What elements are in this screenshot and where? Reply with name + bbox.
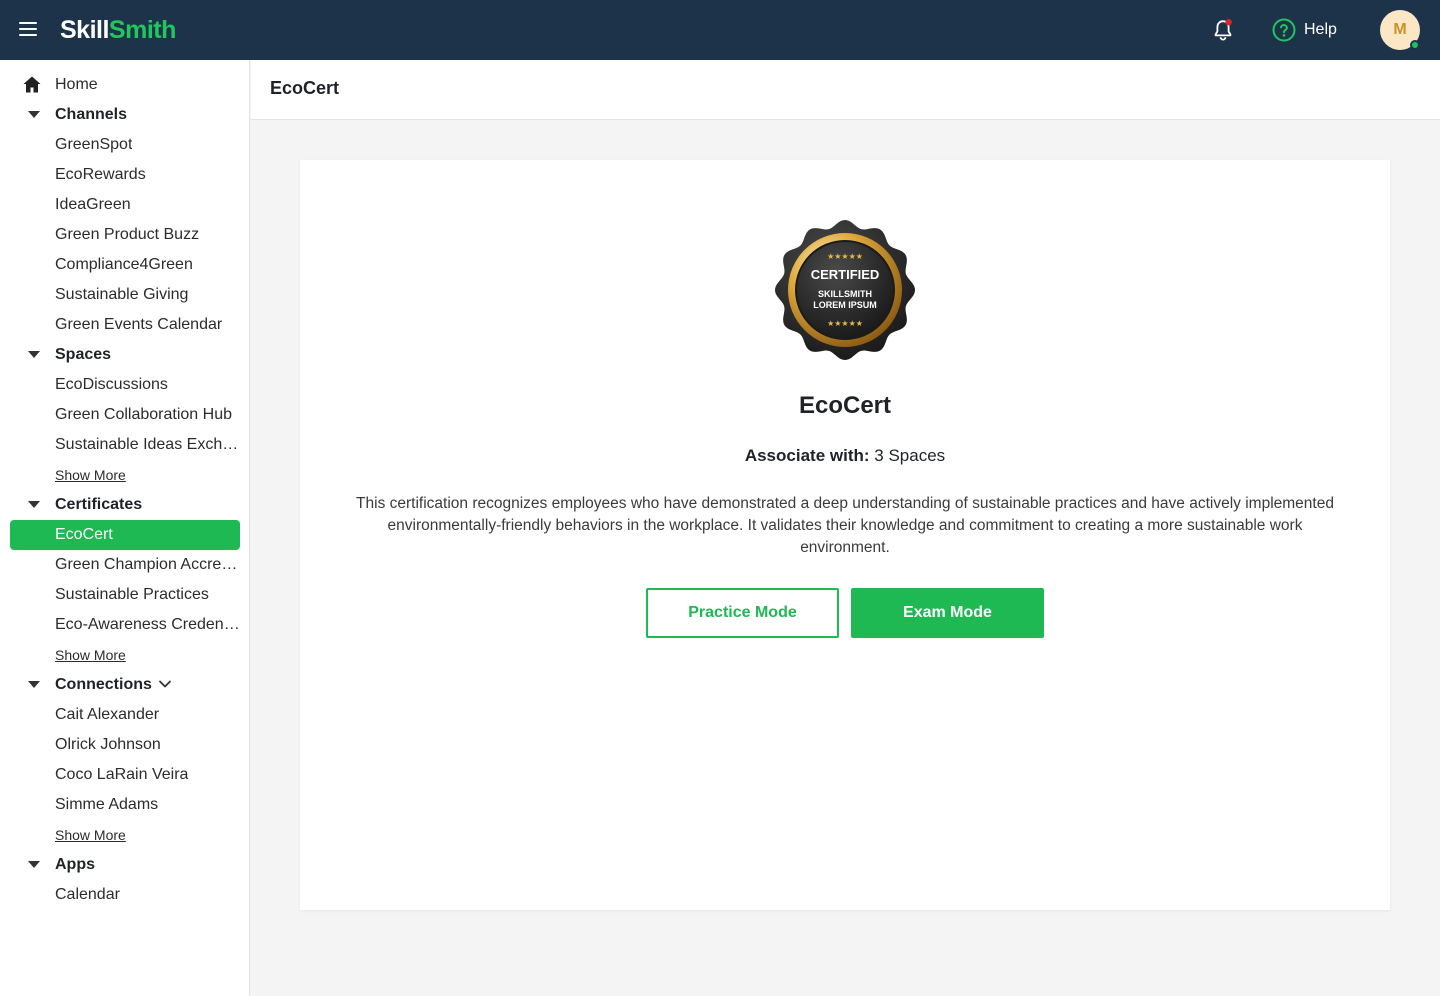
sidebar-item-label: Cait Alexander: [55, 706, 160, 723]
sidebar-item-channel[interactable]: EcoRewards: [10, 160, 240, 190]
certified-badge-icon: ★★★★★ CERTIFIED SKILLSMITH LOREM IPSUM ★…: [775, 220, 915, 360]
sidebar-item-connection[interactable]: Simme Adams: [10, 790, 240, 820]
section-label: Apps: [55, 856, 95, 873]
sidebar-item-space[interactable]: Green Collaboration Hub: [10, 400, 240, 430]
spaces-show-more-link[interactable]: Show More: [55, 467, 126, 483]
section-channels[interactable]: Channels: [10, 100, 240, 130]
collapse-caret-icon[interactable]: [28, 351, 40, 358]
practice-mode-button[interactable]: Practice Mode: [646, 588, 839, 638]
sidebar-item-label: Green Product Buzz: [55, 226, 200, 243]
help-label: Help: [1304, 21, 1337, 38]
section-label: Connections: [55, 676, 152, 693]
sidebar: Home Channels GreenSpot EcoRewards IdeaG…: [0, 60, 250, 996]
logo-text-smith: Smith: [108, 16, 176, 44]
sidebar-item-channel[interactable]: GreenSpot: [10, 130, 240, 160]
sidebar-item-certificate[interactable]: Sustainable Practices: [10, 580, 240, 610]
menu-icon[interactable]: [19, 22, 37, 36]
badge-stars-top: ★★★★★: [827, 252, 863, 261]
sidebar-item-label: Sustainable Giving: [55, 286, 189, 303]
sidebar-item-channel[interactable]: IdeaGreen: [10, 190, 240, 220]
collapse-caret-icon[interactable]: [28, 681, 40, 688]
page-header: EcoCert: [251, 60, 1440, 120]
home-icon: [23, 76, 41, 93]
associate-value: 3 Spaces: [874, 446, 946, 465]
sidebar-item-space[interactable]: Sustainable Ideas Exchange: [10, 430, 240, 460]
badge-text-certified: CERTIFIED: [811, 267, 880, 282]
sidebar-item-certificate[interactable]: Green Champion Accreditation: [10, 550, 240, 580]
sidebar-item-label: GreenSpot: [55, 136, 133, 153]
sidebar-item-label: EcoCert: [55, 526, 113, 543]
exam-mode-button[interactable]: Exam Mode: [851, 588, 1044, 638]
sidebar-item-connection[interactable]: Olrick Johnson: [10, 730, 240, 760]
section-apps[interactable]: Apps: [10, 850, 240, 880]
collapse-caret-icon[interactable]: [28, 861, 40, 868]
badge-stars-bottom: ★★★★★: [827, 319, 863, 328]
sidebar-item-label: Sustainable Practices: [55, 586, 209, 603]
section-connections[interactable]: Connections: [10, 670, 240, 700]
sidebar-item-channel[interactable]: Green Product Buzz: [10, 220, 240, 250]
sidebar-item-connection[interactable]: Cait Alexander: [10, 700, 240, 730]
sidebar-item-channel[interactable]: Compliance4Green: [10, 250, 240, 280]
sidebar-item-label: Simme Adams: [55, 796, 159, 813]
help-button[interactable]: Help: [1272, 18, 1337, 42]
sidebar-item-label: Olrick Johnson: [55, 736, 161, 753]
collapse-caret-icon[interactable]: [28, 111, 40, 118]
sidebar-item-label: Home: [55, 76, 98, 93]
certificate-name: EcoCert: [798, 392, 892, 419]
badge-text-skillsmith: SKILLSMITH: [818, 289, 872, 299]
collapse-caret-icon[interactable]: [28, 501, 40, 508]
sidebar-item-label: Calendar: [55, 886, 120, 903]
sidebar-item-label: IdeaGreen: [55, 196, 131, 213]
chevron-down-icon[interactable]: [158, 679, 172, 689]
sidebar-item-label: Coco LaRain Veira: [55, 766, 189, 783]
associate-with-text: Associate with: 3 Spaces: [300, 446, 1390, 466]
associate-label: Associate with:: [744, 446, 870, 465]
sidebar-item-space[interactable]: EcoDiscussions: [10, 370, 240, 400]
page-title: EcoCert: [270, 78, 340, 98]
sidebar-item-app[interactable]: Calendar: [10, 880, 240, 910]
sidebar-item-ecocert[interactable]: EcoCert: [10, 520, 240, 550]
online-status-dot: [1410, 40, 1420, 50]
top-bar: SkillSmith Help M: [0, 0, 1440, 60]
sidebar-item-channel[interactable]: Green Events Calendar: [10, 310, 240, 340]
help-icon: [1272, 18, 1296, 42]
sidebar-item-label: Green Collaboration Hub: [55, 406, 232, 423]
certificates-show-more-link[interactable]: Show More: [55, 647, 126, 663]
sidebar-item-certificate[interactable]: Eco-Awareness Credential: [10, 610, 240, 640]
sidebar-item-home[interactable]: Home: [10, 70, 240, 100]
badge-text-lorem: LOREM IPSUM: [813, 300, 877, 310]
sidebar-item-label: Green Champion Accreditation: [55, 556, 240, 573]
notification-bell-icon[interactable]: [1211, 18, 1235, 42]
certificate-description: This certification recognizes employees …: [356, 495, 1334, 556]
sidebar-item-label: EcoRewards: [55, 166, 146, 183]
logo-text-skill: Skill: [60, 16, 109, 44]
sidebar-item-channel[interactable]: Sustainable Giving: [10, 280, 240, 310]
section-label: Channels: [55, 106, 128, 123]
section-label: Certificates: [55, 496, 143, 513]
sidebar-item-label: EcoDiscussions: [55, 376, 168, 393]
sidebar-item-connection[interactable]: Coco LaRain Veira: [10, 760, 240, 790]
notification-dot: [1225, 19, 1232, 26]
sidebar-item-label: Compliance4Green: [55, 256, 193, 273]
section-spaces[interactable]: Spaces: [10, 340, 240, 370]
sidebar-item-label: Green Events Calendar: [55, 316, 223, 333]
app-logo[interactable]: SkillSmith: [60, 14, 176, 46]
sidebar-item-label: Eco-Awareness Credential: [55, 616, 240, 633]
sidebar-item-label: Sustainable Ideas Exchange: [55, 436, 240, 453]
connections-show-more-link[interactable]: Show More: [55, 827, 126, 843]
section-label: Spaces: [55, 346, 112, 363]
certificate-card: ★★★★★ CERTIFIED SKILLSMITH LOREM IPSUM ★…: [300, 160, 1390, 910]
section-certificates[interactable]: Certificates: [10, 490, 240, 520]
